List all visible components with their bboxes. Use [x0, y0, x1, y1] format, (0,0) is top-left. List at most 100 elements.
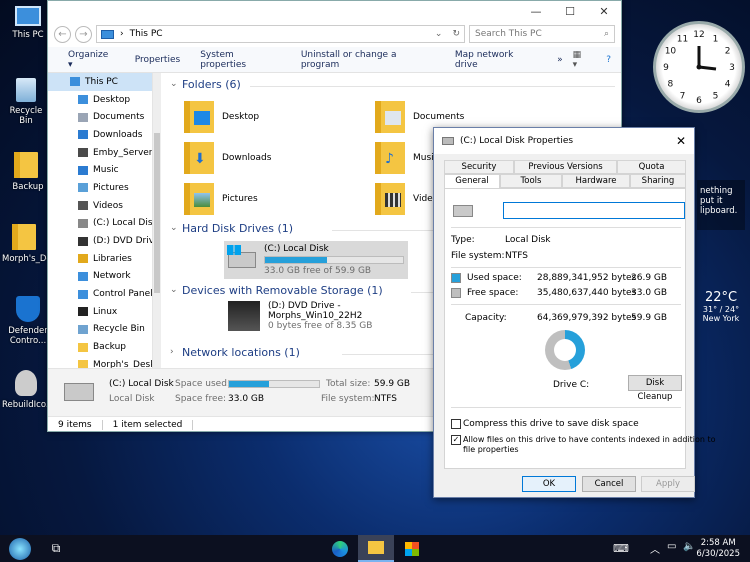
folder-icon [368, 541, 384, 554]
sidebar-item[interactable]: Desktop [48, 91, 152, 109]
address-bar[interactable]: › This PC ⌄ ↻ [96, 25, 465, 43]
apply-button[interactable]: Apply [641, 476, 695, 492]
desktop-icon-defender-control[interactable]: Defender Contro... [4, 296, 52, 346]
hard-drive-icon [227, 245, 256, 268]
disk-usage-donut [545, 330, 585, 370]
desktop-icon-backup[interactable]: Backup [4, 152, 52, 192]
task-view-button[interactable]: ⧉ [38, 535, 74, 562]
general-tab-panel: Type: Local Disk File system: NTFS Used … [444, 188, 716, 469]
breadcrumb[interactable]: This PC [130, 29, 163, 39]
sidebar-item[interactable]: Libraries [48, 250, 152, 268]
map-network-drive-button[interactable]: Map network drive [445, 50, 547, 70]
sidebar-scrollbar[interactable] [153, 73, 161, 368]
group-header-removable[interactable]: Devices with Removable Storage (1) [182, 284, 383, 297]
weather-gadget[interactable]: 22°C 31° / 24° New York [697, 290, 745, 323]
ok-button[interactable]: OK [522, 476, 576, 492]
tab-quota[interactable]: Quota [617, 160, 686, 174]
close-button[interactable]: ✕ [668, 134, 694, 148]
sidebar-item[interactable]: Music [48, 161, 152, 179]
tab-sharing[interactable]: Sharing [630, 174, 686, 188]
folder-tile-music[interactable]: ♪ Music [375, 142, 439, 174]
tray-chevron-icon[interactable]: ︿ [650, 541, 660, 556]
folder-tile-desktop[interactable]: Desktop [184, 101, 259, 133]
start-button[interactable] [2, 535, 38, 562]
tray-clock[interactable]: 2:58 AM 6/30/2025 [696, 538, 740, 560]
cancel-button[interactable]: Cancel [582, 476, 636, 492]
sidebar-item[interactable]: Control Panel [48, 285, 152, 303]
drive-name-input[interactable] [503, 202, 685, 219]
breadcrumb-arrow-icon: › [120, 29, 124, 39]
sidebar-item[interactable]: Backup [48, 338, 152, 356]
sidebar-item[interactable]: Emby_Server2.0 [48, 144, 152, 162]
system-properties-button[interactable]: System properties [190, 50, 291, 70]
pictures-folder-icon [184, 183, 214, 215]
search-input[interactable]: Search This PC ⌕ [469, 25, 615, 43]
uninstall-program-button[interactable]: Uninstall or change a program [291, 50, 445, 70]
sidebar-item-icon [78, 360, 88, 368]
back-button[interactable]: ← [54, 25, 71, 43]
group-header-folders[interactable]: Folders (6) [182, 78, 241, 91]
computer-icon [101, 29, 114, 39]
network-icon[interactable]: ▭ [667, 541, 676, 552]
sidebar-item[interactable]: This PC [48, 73, 152, 91]
desktop-icon-morphs-desktop[interactable]: Morph's_De... [2, 224, 60, 264]
close-button[interactable]: ✕ [587, 5, 621, 18]
disk-cleanup-button[interactable]: Disk Cleanup [628, 375, 682, 402]
music-folder-icon: ♪ [375, 142, 405, 174]
sidebar-item[interactable]: Network [48, 268, 152, 286]
forward-button[interactable]: → [75, 25, 92, 43]
tab-previous-versions[interactable]: Previous Versions [514, 160, 617, 174]
desktop-icon-this-pc[interactable]: This PC [4, 6, 52, 40]
sidebar-item[interactable]: Videos [48, 197, 152, 215]
folder-tile-downloads[interactable]: ⬇ Downloads [184, 142, 271, 174]
desktop-folder-icon [184, 101, 214, 133]
sidebar-item[interactable]: Pictures [48, 179, 152, 197]
index-checkbox[interactable]: ✓ [451, 435, 461, 445]
group-header-hard-disks[interactable]: Hard Disk Drives (1) [182, 222, 293, 235]
sidebar-item[interactable]: Linux [48, 303, 152, 321]
sidebar-item[interactable]: (D:) DVD Drive [48, 232, 152, 250]
free-space-swatch [451, 288, 461, 298]
help-icon[interactable]: ? [606, 55, 621, 65]
tab-security[interactable]: Security [444, 160, 514, 174]
sidebar-item[interactable]: (C:) Local Disk [48, 215, 152, 233]
clock-gadget[interactable]: 12 1 2 3 4 5 6 7 8 9 10 11 [653, 21, 745, 113]
desktop-icon-recycle-bin[interactable]: Recycle Bin [2, 78, 50, 126]
tab-hardware[interactable]: Hardware [562, 174, 630, 188]
properties-button[interactable]: Properties [125, 55, 190, 65]
expand-chevron-icon[interactable]: ⌄ [170, 223, 178, 233]
compress-checkbox[interactable] [451, 419, 461, 429]
sidebar-item[interactable]: Recycle Bin [48, 321, 152, 339]
more-commands-button[interactable]: » [547, 55, 573, 65]
drive-letter-label: Drive C: [553, 380, 590, 390]
clock-number: 5 [713, 92, 719, 102]
sidebar-item[interactable]: Morph's_Desktop [48, 356, 152, 368]
taskbar-explorer[interactable] [358, 535, 394, 562]
group-header-network[interactable]: Network locations (1) [182, 346, 300, 359]
folder-tile-pictures[interactable]: Pictures [184, 183, 258, 215]
desktop-icon-rebuild-icons[interactable]: RebuildIco... [2, 370, 54, 410]
maximize-button[interactable]: ☐ [553, 5, 587, 18]
expand-chevron-icon[interactable]: ⌄ [170, 79, 178, 89]
sidebar-item[interactable]: Documents [48, 108, 152, 126]
volume-icon[interactable]: 🔈 [683, 541, 695, 552]
tab-tools[interactable]: Tools [500, 174, 562, 188]
keyboard-icon[interactable]: ⌨ [613, 542, 629, 555]
drive-tile-c[interactable]: (C:) Local Disk 33.0 GB free of 59.9 GB [224, 241, 408, 279]
sidebar-item[interactable]: Downloads [48, 126, 152, 144]
expand-chevron-icon[interactable]: ⌄ [170, 285, 178, 295]
refresh-icon[interactable]: ↻ [448, 29, 464, 39]
taskbar-store[interactable] [394, 535, 430, 562]
drive-tile-d[interactable]: (D:) DVD Drive - Morphs_Win10_22H2 0 byt… [228, 301, 372, 331]
command-bar: Organize ▾ Properties System properties … [48, 47, 621, 73]
collapse-chevron-icon[interactable]: › [170, 347, 174, 357]
view-options-icon[interactable]: ▦ ▾ [573, 50, 607, 70]
properties-dialog: (C:) Local Disk Properties ✕ Security Pr… [433, 127, 716, 498]
minimize-button[interactable]: — [519, 5, 553, 18]
taskbar-edge[interactable] [322, 535, 358, 562]
chevron-down-icon[interactable]: ⌄ [435, 29, 443, 39]
clock-number: 2 [725, 47, 731, 57]
organize-button[interactable]: Organize ▾ [58, 50, 125, 70]
tray-time: 2:58 AM [700, 538, 736, 548]
notification-gadget: nething put it lipboard. [697, 180, 745, 230]
